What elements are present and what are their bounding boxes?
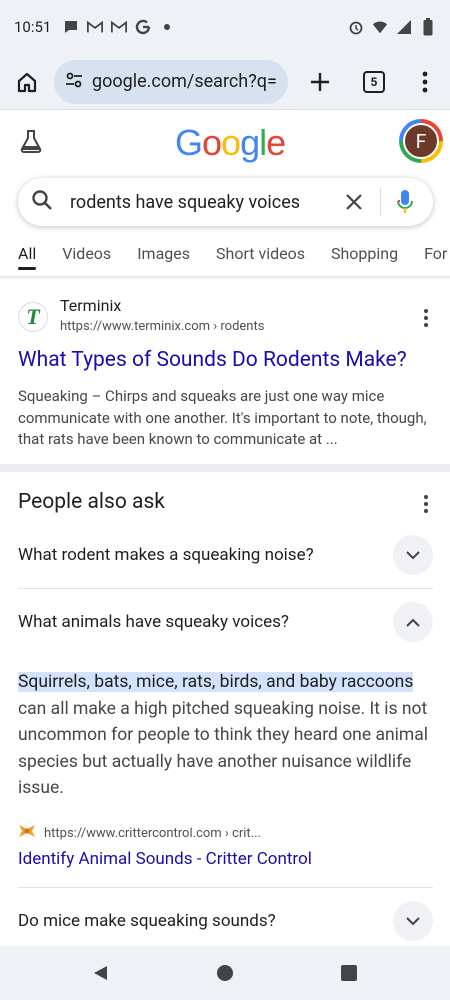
crittercontrol-favicon-icon [18,823,36,843]
google-logo[interactable]: Google [175,122,286,164]
paa-question-text: What rodent makes a squeaking noise? [18,545,314,565]
chevron-down-icon[interactable] [393,901,433,941]
result-title-link[interactable]: What Types of Sounds Do Rodents Make? [18,348,407,372]
plus-icon [311,72,329,91]
favicon-letter: T [26,304,40,329]
google-logo-letter: G [175,122,203,163]
back-nav-button[interactable] [89,961,113,985]
google-logo-letter: o [221,122,241,163]
avatar-letter: F [403,123,439,159]
tab-count: 5 [363,70,385,93]
search-divider [380,188,381,216]
paa-question-text: What animals have squeaky voices? [18,612,289,632]
labs-flask-icon[interactable] [18,128,44,154]
voice-search-button[interactable] [389,184,421,220]
paa-question-text: Do mice make squeaking sounds? [18,911,276,931]
paa-question[interactable]: Do mice make squeaking sounds? [18,888,433,954]
tab-short-videos[interactable]: Short videos [216,232,305,270]
back-triangle-icon [94,966,107,980]
answer-highlight: Squirrels, bats, mice, rats, birds, and … [18,672,414,692]
paa-question[interactable]: What rodent makes a squeaking noise? [18,522,433,588]
tab-videos[interactable]: Videos [62,232,111,270]
gmail-icon [87,19,104,35]
tab-all[interactable]: All [18,232,37,270]
account-avatar[interactable]: F [399,119,443,163]
chevron-down-icon[interactable] [393,535,433,575]
battery-icon [420,18,436,36]
clear-search-button[interactable] [336,184,372,220]
tab-shopping[interactable]: Shopping [331,232,398,270]
system-icons [348,18,436,36]
google-logo-letter: o [202,122,222,163]
search-tabs: All Videos Images Short videos Shopping For [0,232,450,278]
result-site-row[interactable]: T Terminix https://www.terminix.com › ro… [0,292,450,342]
tabs-divider [0,276,450,280]
alarm-icon [348,19,364,35]
answer-source-url: https://www.crittercontrol.com › crit... [44,825,261,841]
system-nav-bar [0,946,450,1000]
more-vert-icon [422,71,428,92]
dot-icon [159,19,175,35]
close-icon [346,194,362,210]
google-header: Google F [0,110,450,176]
result-snippet: Squeaking – Chirps and squeaks are just … [18,387,427,448]
chevron-up-icon[interactable] [393,602,433,642]
browser-menu-button[interactable] [400,54,450,110]
url-text: google.com/search?q=ro [92,71,278,92]
recents-square-icon [341,965,357,981]
notification-icons [63,19,175,35]
wifi-icon [372,19,388,35]
home-icon [17,72,37,92]
google-logo-letter: g [240,122,260,163]
signal-icon [396,19,412,35]
search-icon [30,188,54,216]
paa-question[interactable]: What animals have squeaky voices? [18,589,433,655]
url-bar[interactable]: google.com/search?q=ro [54,59,288,104]
terminix-favicon-icon: T [18,302,48,332]
site-settings-icon[interactable] [64,70,84,94]
tab-switcher-button[interactable]: 5 [348,54,400,110]
search-box[interactable]: rodents have squeaky voices [18,178,433,226]
section-divider [0,464,450,472]
paa-more-button[interactable] [416,492,436,516]
search-result: T Terminix https://www.terminix.com › ro… [0,292,450,448]
google-icon [135,19,151,35]
result-site-name: Terminix [60,296,122,315]
gmail-icon [111,19,128,35]
home-button[interactable] [0,54,54,110]
tab-for[interactable]: For [424,232,447,270]
mic-icon [397,190,413,213]
recents-nav-button[interactable] [337,961,361,985]
paa-title: People also ask [18,490,165,514]
browser-toolbar: google.com/search?q=ro 5 [0,54,450,110]
status-bar: 10:51 [0,0,450,54]
answer-text: can all make a high pitched squeaking no… [18,698,429,799]
new-tab-button[interactable] [292,54,348,110]
answer-source-row[interactable]: https://www.crittercontrol.com › crit... [18,822,261,844]
paa-answer: Squirrels, bats, mice, rats, birds, and … [18,669,433,802]
status-time: 10:51 [14,18,52,36]
google-logo-letter: e [266,122,286,163]
tab-images[interactable]: Images [137,232,190,270]
home-nav-button[interactable] [213,961,237,985]
result-more-button[interactable] [416,306,436,330]
result-url: https://www.terminix.com › rodents [60,319,265,334]
search-input[interactable]: rodents have squeaky voices [70,192,336,213]
home-circle-icon [217,965,233,981]
answer-source-link[interactable]: Identify Animal Sounds - Critter Control [18,849,312,869]
chat-bubble-icon [63,19,79,35]
